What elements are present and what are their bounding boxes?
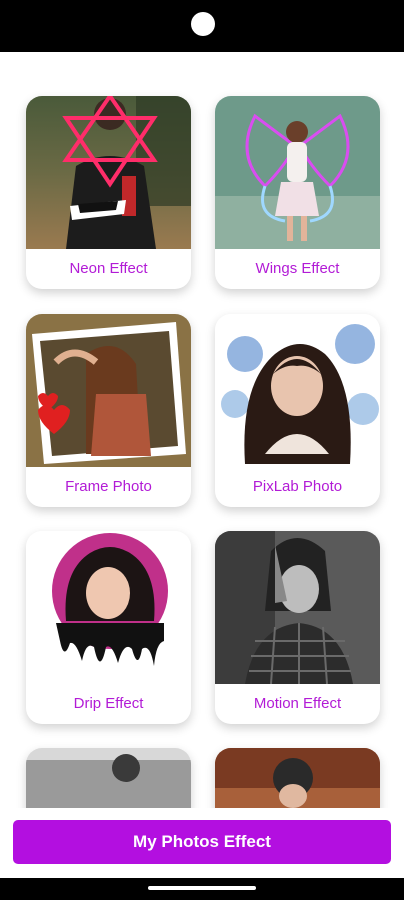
phone-screen: Neon Effect Wings Effect Frame Photo Pix… — [0, 0, 404, 900]
home-indicator-icon[interactable] — [148, 886, 256, 890]
effect-card-drip[interactable]: Drip Effect — [26, 531, 191, 724]
effect-card-frame[interactable]: Frame Photo — [26, 314, 191, 507]
neon-effect-thumbnail — [26, 96, 191, 249]
effect-label: PixLab Photo — [252, 478, 343, 495]
effect-label: Neon Effect — [69, 260, 148, 277]
camera-dot-icon — [191, 12, 215, 36]
bottom-action-area: My Photos Effect — [0, 808, 404, 878]
partial-thumbnail — [26, 748, 191, 808]
status-bar — [0, 0, 404, 52]
effect-card-motion[interactable]: Motion Effect — [215, 531, 380, 724]
effect-label: Frame Photo — [65, 478, 152, 495]
pixlab-photo-thumbnail — [215, 314, 380, 467]
effect-card-neon[interactable]: Neon Effect — [26, 96, 191, 289]
effect-label: Wings Effect — [255, 260, 340, 277]
effect-label: Drip Effect — [73, 695, 144, 712]
drip-effect-thumbnail — [26, 531, 191, 684]
effects-grid[interactable]: Neon Effect Wings Effect Frame Photo Pix… — [0, 52, 404, 808]
effect-card-pixlab[interactable]: PixLab Photo — [215, 314, 380, 507]
motion-effect-thumbnail — [215, 531, 380, 684]
effect-card-wings[interactable]: Wings Effect — [215, 96, 380, 289]
wings-effect-thumbnail — [215, 96, 380, 249]
effect-label: Motion Effect — [253, 695, 342, 712]
my-photos-effect-button[interactable]: My Photos Effect — [13, 820, 391, 864]
navigation-bar — [0, 878, 404, 900]
frame-photo-thumbnail — [26, 314, 191, 467]
partial-thumbnail — [215, 748, 380, 808]
effect-card-partial[interactable] — [26, 748, 191, 808]
effect-card-partial[interactable] — [215, 748, 380, 808]
